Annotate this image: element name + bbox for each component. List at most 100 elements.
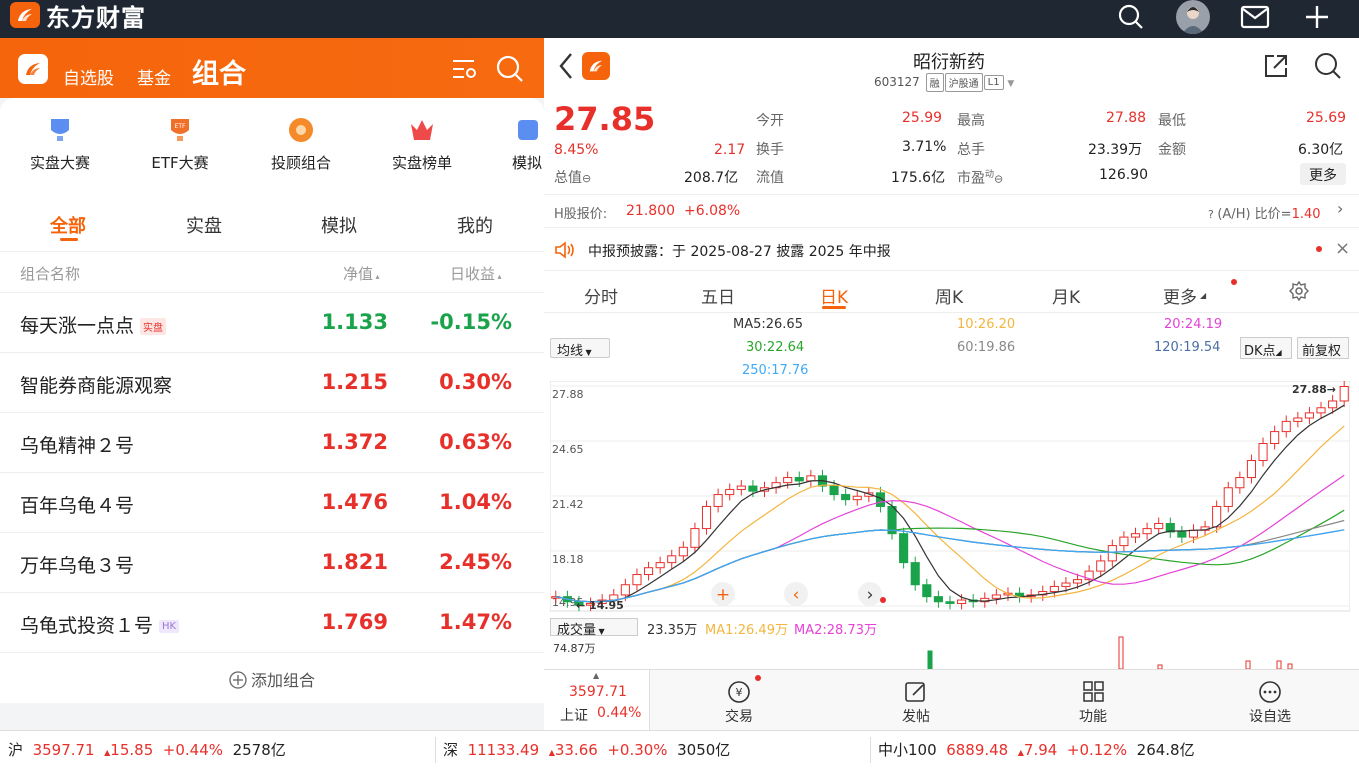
nav-trade[interactable]: ¥ 交易 [694,680,784,726]
avatar[interactable] [1176,0,1210,34]
card-ranking[interactable]: 实盘榜单 [372,116,472,173]
volume-chart [927,636,1293,669]
abs-change: 2.17 [714,142,746,158]
candle-body [655,562,665,569]
nav-function[interactable]: 功能 [1048,680,1138,726]
kline-tab[interactable]: 日K [820,283,848,308]
adjust-button[interactable]: 前复权 [1297,337,1349,359]
more-button[interactable]: 更多 [1300,163,1346,185]
col-daily[interactable]: 日收益 ▴ [450,263,502,284]
open-value: 25.99 [902,110,943,126]
speaker-icon [554,241,576,263]
row-name: 万年乌龟３号 [20,555,135,577]
tab-sim[interactable]: 模拟 [321,212,357,238]
float-label: 流值 [756,170,784,186]
table-row[interactable]: 百年乌龟４号 1.476 1.04% [0,473,544,533]
back-arrow-icon[interactable] [558,52,574,84]
trade-dot [755,675,761,681]
tab-portfolio[interactable]: 组合 [192,52,246,91]
y-tick-label: 21.42 [552,498,584,511]
kline-chart[interactable]: 27.8824.6521.4218.1814.9527.88→← 14.95+‹… [550,381,1350,616]
level-tag: L1 [983,75,1004,90]
index-mini[interactable]: ▲ 3597.71 上证 0.44% [544,670,650,731]
app-logo: 东方财富 [10,0,146,32]
candle-body [643,567,654,576]
candle-body [1049,585,1059,593]
share-icon[interactable] [1262,52,1290,84]
row-name: 乌龟精神２号 [20,435,135,457]
brand-name: 东方财富 [46,3,146,32]
candle-body [829,485,839,496]
connect-tag: 沪股通 [944,73,983,92]
portfolio-header: 自选股 基金 组合 [0,38,544,98]
candle-body [1246,460,1257,479]
ticker-sme[interactable]: 中小100 6889.48 ▲7.94 +0.12% 264.8亿 [878,739,1195,760]
candle-body [841,494,851,501]
candle-body [1328,400,1338,409]
hshare-bar[interactable]: H股报价: 21.800 +6.08% ? (A/H) 比价=1.40 › [544,194,1359,228]
candle-body [1072,579,1083,584]
high-price-label: 27.88→ [1292,383,1336,396]
table-row[interactable]: 万年乌龟３号 1.821 2.45% [0,533,544,593]
kline-tab[interactable]: 分时 [584,283,618,308]
search-icon[interactable] [1314,52,1342,84]
kline-tab[interactable]: 周K [935,283,963,308]
kline-tab[interactable]: 更多 [1163,283,1197,308]
settings-icon[interactable] [1289,280,1309,305]
volume-bar [1245,660,1251,669]
candle-body [1223,487,1233,507]
add-portfolio-button[interactable]: 添加组合 [0,653,544,703]
candle-body [1142,528,1152,535]
logo-icon [582,52,610,80]
tab-watchlist[interactable]: 自选股 [63,64,114,89]
row-nav: 1.821 [321,550,388,574]
ma-line [555,529,1345,603]
table-row[interactable]: 乌龟精神２号 1.372 0.63% [0,413,544,473]
tab-all[interactable]: 全部 [50,212,86,238]
volume-selector[interactable]: 成交量 ▼ [550,618,638,638]
volume-label: 总手 [957,142,985,158]
ma-selector[interactable]: 均线 ▼ [550,338,610,359]
card-real-contest[interactable]: 实盘大赛 [10,116,110,173]
nav-add-watchlist[interactable]: 设自选 [1225,680,1315,726]
filter-settings-icon[interactable] [450,56,478,86]
notice-bar[interactable]: 中报预披露：于 2025-08-27 披露 2025 年中报 × [544,231,1359,271]
mail-icon[interactable] [1240,2,1270,32]
search-icon[interactable] [1116,2,1146,32]
ticker-sh[interactable]: 沪 3597.71 ▲15.85 +0.44% 2578亿 [8,739,286,760]
tab-real[interactable]: 实盘 [186,212,222,238]
pe-label: 市盈动⊖ [957,170,1004,187]
card-etf-contest[interactable]: ETF ETF大赛 [130,116,230,173]
candle-body [1316,407,1326,414]
stock-name: 昭衍新药 [913,52,985,73]
ma250-value: 250:17.76 [742,363,809,378]
add-icon[interactable] [1302,2,1332,32]
table-row[interactable]: 乌龟式投资１号 HK 1.769 1.47% [0,593,544,653]
top-bar: 东方财富 [0,0,1359,38]
dk-button[interactable]: DK点◢ [1240,337,1292,359]
close-icon[interactable]: × [1335,238,1350,259]
table-row[interactable]: 智能券商能源观察 1.215 0.30% [0,353,544,413]
kline-tab[interactable]: 五日 [701,283,735,308]
candle-body [1154,522,1164,530]
card-advisor[interactable]: 投顾组合 [251,116,351,173]
kline-tab[interactable]: 月K [1052,283,1080,308]
logo-icon[interactable] [18,54,48,84]
index-ticker[interactable]: 沪 3597.71 ▲15.85 +0.44% 2578亿 深 11133.49… [0,730,1359,768]
ticker-sz[interactable]: 深 11133.49 ▲33.66 +0.30% 3050亿 [443,739,730,760]
tab-mine[interactable]: 我的 [457,212,493,238]
low-price-label: ← 14.95 [576,599,624,612]
more-circle-icon [1225,680,1315,706]
candle-body [945,601,955,604]
table-row[interactable]: 每天涨一点点 实盘 1.133 -0.15% [0,293,544,353]
notice-dot [1316,246,1322,252]
col-nav[interactable]: 净值 ▴ [343,263,380,284]
logo-icon [10,2,40,28]
last-price: 27.85 [554,100,656,138]
tab-fund[interactable]: 基金 [137,64,171,89]
nav-post[interactable]: 发帖 [871,680,961,726]
candle-body [620,584,630,596]
active-tab-indicator [822,306,846,309]
search-icon[interactable] [496,55,524,87]
pe-value: 126.90 [1099,167,1148,183]
